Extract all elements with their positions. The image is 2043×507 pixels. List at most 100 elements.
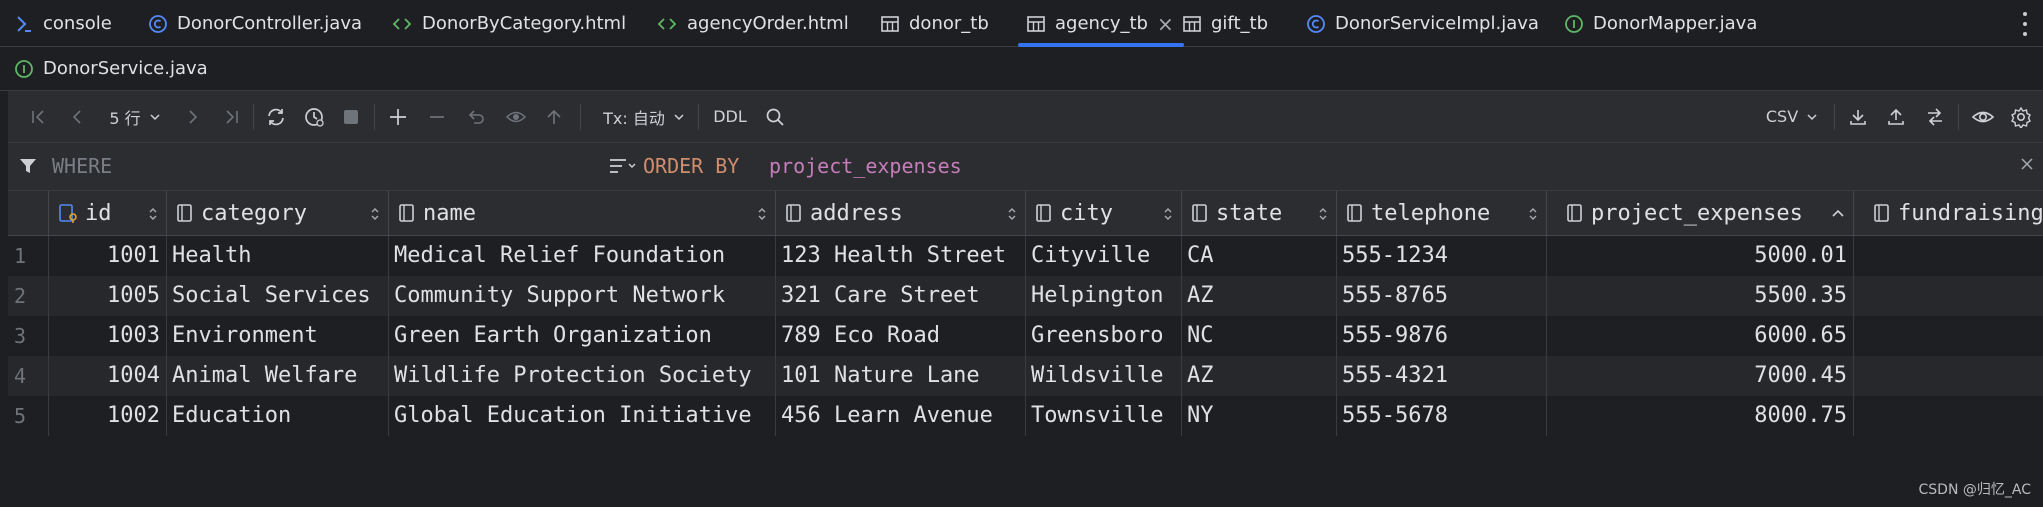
tab-console[interactable]: console	[14, 0, 112, 47]
search-icon[interactable]	[762, 91, 788, 142]
cell-telephone[interactable]: 555-9876	[1336, 316, 1546, 356]
table-row[interactable]: 5 1002 Education Global Education Initia…	[8, 396, 2043, 436]
cell-project-expenses[interactable]: 5500.35	[1546, 276, 1853, 316]
cell-telephone[interactable]: 555-4321	[1336, 356, 1546, 396]
close-tab-icon[interactable]: ×	[1157, 12, 1174, 36]
more-tabs-icon[interactable]	[2021, 12, 2029, 36]
cell-address[interactable]: 789 Eco Road	[775, 316, 1025, 356]
cell-fundraising[interactable]	[1853, 276, 2043, 316]
order-by-column[interactable]: project_expenses	[769, 154, 962, 178]
sort-toggle-icon[interactable]	[148, 203, 158, 228]
cell-name[interactable]: Community Support Network	[388, 276, 775, 316]
cell-category[interactable]: Social Services	[166, 276, 388, 316]
column-header-state[interactable]: state	[1181, 191, 1336, 235]
history-icon[interactable]	[299, 91, 329, 142]
tab-donorcontroller[interactable]: DonorController.java	[148, 0, 362, 47]
page-size-dropdown[interactable]: 5 行	[104, 91, 166, 142]
column-header-id[interactable]: id	[48, 191, 166, 235]
tab-donor-tb[interactable]: donor_tb	[880, 0, 989, 47]
cell-telephone[interactable]: 555-1234	[1336, 236, 1546, 276]
sort-toggle-icon[interactable]	[1007, 203, 1017, 228]
cell-address[interactable]: 123 Health Street	[775, 236, 1025, 276]
cell-name[interactable]: Wildlife Protection Society	[388, 356, 775, 396]
column-header-category[interactable]: category	[166, 191, 388, 235]
cell-id[interactable]: 1001	[48, 236, 166, 276]
cell-project-expenses[interactable]: 5000.01	[1546, 236, 1853, 276]
cell-state[interactable]: AZ	[1181, 356, 1336, 396]
cell-category[interactable]: Animal Welfare	[166, 356, 388, 396]
cell-address[interactable]: 456 Learn Avenue	[775, 396, 1025, 436]
sort-icon[interactable]	[608, 157, 636, 175]
cell-id[interactable]: 1004	[48, 356, 166, 396]
compare-icon[interactable]	[1920, 91, 1950, 142]
delete-row-icon[interactable]	[424, 91, 450, 142]
download-icon[interactable]	[1844, 91, 1872, 142]
cell-state[interactable]: NC	[1181, 316, 1336, 356]
cell-fundraising[interactable]	[1853, 396, 2043, 436]
previous-page-icon[interactable]	[64, 91, 90, 142]
tab-agency-tb[interactable]: agency_tb ×	[1018, 0, 1184, 47]
add-row-icon[interactable]	[385, 91, 411, 142]
cell-city[interactable]: Cityville	[1025, 236, 1181, 276]
cell-category[interactable]: Health	[166, 236, 388, 276]
table-row[interactable]: 1 1001 Health Medical Relief Foundation …	[8, 236, 2043, 276]
cell-state[interactable]: CA	[1181, 236, 1336, 276]
cell-telephone[interactable]: 555-8765	[1336, 276, 1546, 316]
cell-name[interactable]: Green Earth Organization	[388, 316, 775, 356]
first-page-icon[interactable]	[26, 91, 52, 142]
export-format-dropdown[interactable]: CSV	[1760, 91, 1824, 142]
column-header-city[interactable]: city	[1025, 191, 1181, 235]
last-page-icon[interactable]	[218, 91, 244, 142]
cell-city[interactable]: Helpington	[1025, 276, 1181, 316]
column-header-fundraising[interactable]: fundraising	[1853, 191, 2043, 235]
sort-toggle-icon[interactable]	[757, 203, 767, 228]
refresh-icon[interactable]	[261, 91, 291, 142]
sort-ascending-icon[interactable]	[1831, 203, 1845, 228]
cell-id[interactable]: 1005	[48, 276, 166, 316]
submit-icon[interactable]	[541, 91, 567, 142]
cell-fundraising[interactable]	[1853, 236, 2043, 276]
cell-city[interactable]: Townsville	[1025, 396, 1181, 436]
cell-id[interactable]: 1002	[48, 396, 166, 436]
cell-category[interactable]: Environment	[166, 316, 388, 356]
order-by-keyword[interactable]: ORDER BY	[643, 154, 739, 178]
column-header-name[interactable]: name	[388, 191, 775, 235]
cell-city[interactable]: Wildsville	[1025, 356, 1181, 396]
column-header-address[interactable]: address	[775, 191, 1025, 235]
sort-toggle-icon[interactable]	[370, 203, 380, 228]
ddl-button[interactable]: DDL	[710, 91, 750, 142]
table-row[interactable]: 4 1004 Animal Welfare Wildlife Protectio…	[8, 356, 2043, 396]
cell-fundraising[interactable]	[1853, 316, 2043, 356]
upload-icon[interactable]	[1882, 91, 1910, 142]
column-header-project-expenses[interactable]: project_expenses	[1546, 191, 1853, 235]
sort-toggle-icon[interactable]	[1163, 203, 1173, 228]
close-filter-icon[interactable]	[2019, 156, 2035, 172]
tab-donorservice[interactable]: DonorService.java	[14, 47, 208, 90]
cell-id[interactable]: 1003	[48, 316, 166, 356]
filter-icon[interactable]	[18, 156, 38, 176]
cell-city[interactable]: Greensboro	[1025, 316, 1181, 356]
cell-state[interactable]: NY	[1181, 396, 1336, 436]
cell-state[interactable]: AZ	[1181, 276, 1336, 316]
tab-donorserviceimpl[interactable]: DonorServiceImpl.java	[1306, 0, 1539, 47]
cell-name[interactable]: Medical Relief Foundation	[388, 236, 775, 276]
tab-agencyorder[interactable]: agencyOrder.html	[656, 0, 849, 47]
table-row[interactable]: 3 1003 Environment Green Earth Organizat…	[8, 316, 2043, 356]
settings-icon[interactable]	[2006, 91, 2036, 142]
column-header-telephone[interactable]: telephone	[1336, 191, 1546, 235]
cell-telephone[interactable]: 555-5678	[1336, 396, 1546, 436]
cell-address[interactable]: 321 Care Street	[775, 276, 1025, 316]
transaction-mode-dropdown[interactable]: Tx: 自动	[598, 91, 690, 142]
sort-toggle-icon[interactable]	[1528, 203, 1538, 228]
cell-fundraising[interactable]	[1853, 356, 2043, 396]
where-filter-input[interactable]: WHERE	[52, 154, 112, 178]
tab-donormapper[interactable]: DonorMapper.java	[1564, 0, 1757, 47]
cell-name[interactable]: Global Education Initiative	[388, 396, 775, 436]
tab-donorbycategory[interactable]: DonorByCategory.html	[391, 0, 626, 47]
table-row[interactable]: 2 1005 Social Services Community Support…	[8, 276, 2043, 316]
cell-address[interactable]: 101 Nature Lane	[775, 356, 1025, 396]
view-icon[interactable]	[1968, 91, 1998, 142]
stop-icon[interactable]	[338, 91, 364, 142]
revert-icon[interactable]	[463, 91, 489, 142]
cell-project-expenses[interactable]: 6000.65	[1546, 316, 1853, 356]
